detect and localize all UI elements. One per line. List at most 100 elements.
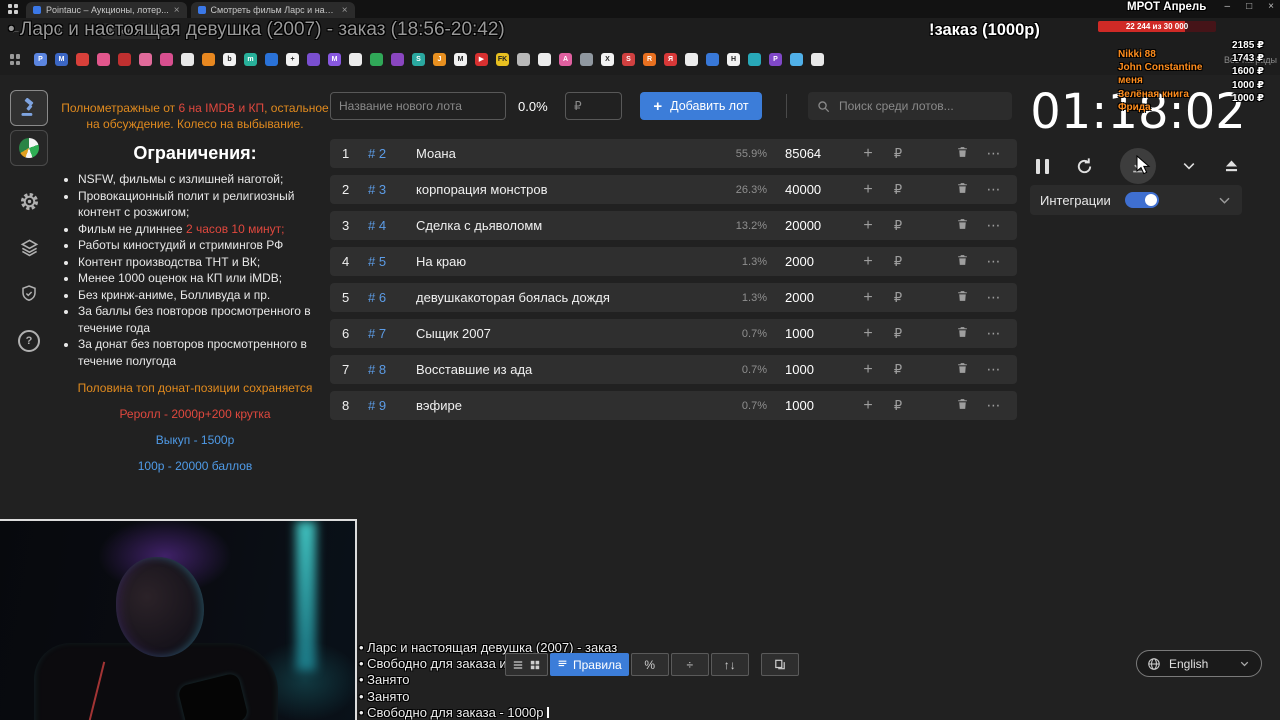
bookmark-favicon[interactable]: b bbox=[223, 53, 236, 66]
lot-currency-button[interactable]: ₽ bbox=[883, 326, 913, 342]
minimize-icon[interactable]: – bbox=[1225, 1, 1231, 12]
language-selector[interactable]: English bbox=[1136, 650, 1262, 677]
close-icon[interactable]: × bbox=[1268, 1, 1274, 12]
browser-tab[interactable]: Смотреть фильм Ларс и наст... × bbox=[190, 2, 355, 18]
lot-add-amount-button[interactable]: + bbox=[853, 217, 883, 235]
timer-restart-button[interactable] bbox=[1075, 157, 1094, 176]
bookmark-favicon[interactable] bbox=[685, 53, 698, 66]
new-lot-input[interactable] bbox=[330, 92, 506, 120]
lot-currency-button[interactable]: ₽ bbox=[883, 398, 913, 414]
lot-more-button[interactable]: ⋯ bbox=[977, 217, 1011, 234]
lot-add-amount-button[interactable]: + bbox=[853, 253, 883, 271]
bookmark-favicon[interactable]: ▶ bbox=[475, 53, 488, 66]
bookmark-favicon[interactable] bbox=[139, 53, 152, 66]
lot-currency-button[interactable]: ₽ bbox=[883, 290, 913, 306]
sidebar-item-auction[interactable] bbox=[10, 90, 48, 126]
bookmark-favicon[interactable]: M bbox=[454, 53, 467, 66]
browser-tab[interactable]: Pointauc – Аукционы, лотер... × bbox=[26, 2, 187, 18]
lot-add-amount-button[interactable]: + bbox=[853, 289, 883, 307]
sidebar-item-wheel[interactable] bbox=[10, 130, 48, 166]
lot-add-amount-button[interactable]: + bbox=[853, 397, 883, 415]
bookmark-favicon[interactable]: M bbox=[328, 53, 341, 66]
bookmark-favicon[interactable] bbox=[118, 53, 131, 66]
lot-currency-button[interactable]: ₽ bbox=[883, 362, 913, 378]
lot-delete-button[interactable] bbox=[947, 253, 977, 270]
bookmark-favicon[interactable]: A bbox=[559, 53, 572, 66]
add-lot-button[interactable]: + Добавить лот bbox=[640, 92, 762, 120]
bookmark-favicon[interactable]: + bbox=[286, 53, 299, 66]
lot-more-button[interactable]: ⋯ bbox=[977, 289, 1011, 306]
lot-add-amount-button[interactable]: + bbox=[853, 145, 883, 163]
bookmark-favicon[interactable]: М bbox=[55, 53, 68, 66]
bookmark-favicon[interactable] bbox=[76, 53, 89, 66]
sidebar-item-layers[interactable] bbox=[20, 238, 39, 262]
bookmark-favicon[interactable]: R bbox=[643, 53, 656, 66]
lot-more-button[interactable]: ⋯ bbox=[977, 361, 1011, 378]
bookmark-favicon[interactable] bbox=[160, 53, 173, 66]
bookmark-favicon[interactable]: H bbox=[727, 53, 740, 66]
bookmark-favicon[interactable] bbox=[181, 53, 194, 66]
bookmark-favicon[interactable] bbox=[706, 53, 719, 66]
bookmark-favicon[interactable]: FK bbox=[496, 53, 509, 66]
lot-delete-button[interactable] bbox=[947, 181, 977, 198]
lot-delete-button[interactable] bbox=[947, 361, 977, 378]
timer-add-time-button[interactable] bbox=[1119, 148, 1156, 184]
lot-add-amount-button[interactable]: + bbox=[853, 361, 883, 379]
bookmark-favicon[interactable]: J bbox=[433, 53, 446, 66]
sidebar-item-settings[interactable] bbox=[20, 192, 39, 216]
bookmark-favicon[interactable] bbox=[811, 53, 824, 66]
tab-close-icon[interactable]: × bbox=[342, 5, 348, 16]
bookmark-favicon[interactable]: P bbox=[34, 53, 47, 66]
lot-add-amount-button[interactable]: + bbox=[853, 181, 883, 199]
bookmark-favicon[interactable] bbox=[748, 53, 761, 66]
bookmark-favicon[interactable] bbox=[370, 53, 383, 66]
bookmark-favicon[interactable]: m bbox=[244, 53, 257, 66]
new-lot-amount-input[interactable] bbox=[565, 92, 622, 120]
tab-close-icon[interactable]: × bbox=[174, 5, 180, 16]
bookmark-favicon[interactable]: Я bbox=[664, 53, 677, 66]
bookmark-favicon[interactable] bbox=[517, 53, 530, 66]
lot-more-button[interactable]: ⋯ bbox=[977, 181, 1011, 198]
sidebar-item-moderation[interactable] bbox=[20, 284, 38, 308]
bookmark-favicon[interactable] bbox=[97, 53, 110, 66]
bookmark-favicon[interactable] bbox=[580, 53, 593, 66]
copy-button[interactable] bbox=[760, 653, 799, 676]
lot-currency-button[interactable]: ₽ bbox=[883, 182, 913, 198]
integrations-toggle[interactable] bbox=[1124, 192, 1159, 208]
lot-delete-button[interactable] bbox=[947, 289, 977, 306]
search-input[interactable] bbox=[837, 98, 1003, 114]
bookmark-favicon[interactable] bbox=[349, 53, 362, 66]
lot-delete-button[interactable] bbox=[947, 397, 977, 414]
lot-currency-button[interactable]: ₽ bbox=[883, 254, 913, 270]
lot-currency-button[interactable]: ₽ bbox=[883, 218, 913, 234]
timer-eject-button[interactable] bbox=[1223, 158, 1240, 175]
lot-delete-button[interactable] bbox=[947, 325, 977, 342]
bookmark-favicon[interactable]: P bbox=[769, 53, 782, 66]
timer-collapse-button[interactable] bbox=[1181, 158, 1197, 174]
lot-add-amount-button[interactable]: + bbox=[853, 325, 883, 343]
lot-delete-button[interactable] bbox=[947, 145, 977, 162]
lot-delete-button[interactable] bbox=[947, 217, 977, 234]
bookmark-favicon[interactable] bbox=[202, 53, 215, 66]
bookmark-favicon[interactable]: S bbox=[412, 53, 425, 66]
rules-toggle-button[interactable]: Правила bbox=[550, 653, 629, 676]
bookmark-favicon[interactable] bbox=[538, 53, 551, 66]
chevron-down-icon[interactable] bbox=[1217, 193, 1232, 208]
sidebar-item-help[interactable]: ? bbox=[18, 330, 40, 352]
bookmark-favicon[interactable] bbox=[307, 53, 320, 66]
bookmark-favicon[interactable]: S bbox=[622, 53, 635, 66]
lot-currency-button[interactable]: ₽ bbox=[883, 146, 913, 162]
lot-more-button[interactable]: ⋯ bbox=[977, 397, 1011, 414]
bookmark-favicon[interactable] bbox=[790, 53, 803, 66]
bookmark-favicon[interactable]: X bbox=[601, 53, 614, 66]
bookmark-favicon[interactable] bbox=[265, 53, 278, 66]
lot-more-button[interactable]: ⋯ bbox=[977, 253, 1011, 270]
sort-button[interactable]: ↑↓ bbox=[710, 653, 749, 676]
percent-mode-button[interactable]: % bbox=[630, 653, 669, 676]
view-mode-button[interactable] bbox=[505, 653, 548, 676]
bookmark-favicon[interactable] bbox=[391, 53, 404, 66]
timer-pause-button[interactable] bbox=[1036, 158, 1049, 174]
maximize-icon[interactable]: □ bbox=[1246, 1, 1252, 12]
lot-more-button[interactable]: ⋯ bbox=[977, 145, 1011, 162]
lot-more-button[interactable]: ⋯ bbox=[977, 325, 1011, 342]
